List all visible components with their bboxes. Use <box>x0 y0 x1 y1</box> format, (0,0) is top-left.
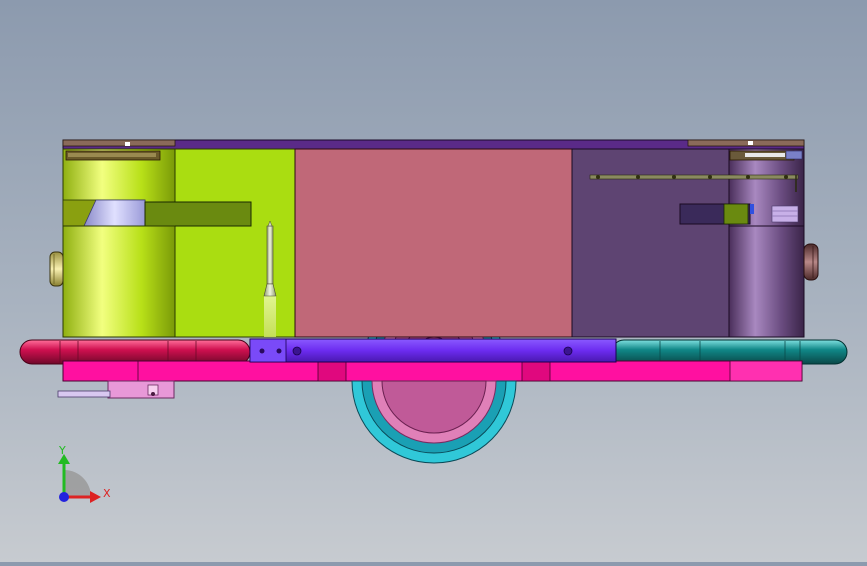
right-side-knob[interactable] <box>803 243 819 281</box>
x-axis-label: X <box>103 487 111 500</box>
x-axis-arrowhead <box>90 491 101 503</box>
lower-frame <box>62 360 803 382</box>
right-motor-housing <box>571 148 805 338</box>
drive-wheel-lower <box>351 380 517 464</box>
front-bumper-left <box>19 339 251 365</box>
brake-pedal[interactable] <box>57 380 175 399</box>
left-side-knob[interactable] <box>49 251 64 287</box>
chassis-crossbar <box>249 338 617 363</box>
assembly-drawing: Y X <box>19 139 848 503</box>
y-axis-label: Y <box>58 444 66 457</box>
z-axis-dot <box>59 492 69 502</box>
battery-compartment <box>294 148 573 338</box>
rear-bumper-right <box>611 339 848 365</box>
top-plate <box>62 139 805 150</box>
coordinate-triad: Y X <box>58 444 111 503</box>
cad-viewport[interactable]: Y X <box>0 0 867 562</box>
left-motor-housing <box>62 148 296 338</box>
